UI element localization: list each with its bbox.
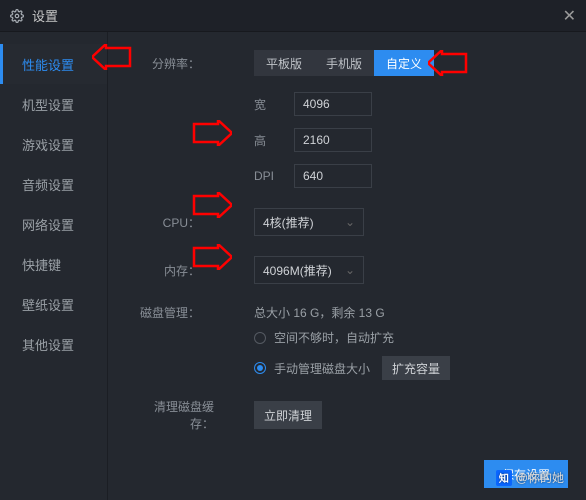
titlebar: 设置 ✕	[0, 0, 586, 32]
cpu-label: CPU：	[132, 214, 214, 231]
resolution-subrows: 宽 4096 高 2160 DPI 640	[254, 92, 564, 188]
row-cpu: CPU： 4核(推荐) ⌄	[132, 208, 564, 236]
gear-icon	[10, 9, 24, 23]
radio-icon-selected	[254, 362, 266, 374]
settings-window: 设置 ✕ 性能设置 机型设置 游戏设置 音频设置 网络设置 快捷键 壁纸设置 其…	[0, 0, 586, 500]
width-input[interactable]: 4096	[294, 92, 372, 116]
memory-label: 内存：	[132, 262, 214, 279]
zhihu-logo-icon: 知	[496, 470, 512, 486]
window-title: 设置	[32, 6, 58, 25]
radio-auto-expand[interactable]: 空间不够时，自动扩充	[254, 329, 564, 346]
expand-capacity-button[interactable]: 扩充容量	[382, 356, 450, 380]
sidebar-item-network[interactable]: 网络设置	[0, 204, 107, 244]
resolution-label: 分辨率：	[132, 55, 214, 72]
sidebar-item-performance[interactable]: 性能设置	[0, 44, 107, 84]
tab-custom[interactable]: 自定义	[374, 50, 434, 76]
radio-manual-disk[interactable]: 手动管理磁盘大小 扩充容量	[254, 356, 564, 380]
disk-label: 磁盘管理：	[132, 304, 214, 321]
chevron-down-icon: ⌄	[345, 263, 355, 277]
row-height: 高 2160	[254, 128, 564, 152]
sidebar-item-wallpaper[interactable]: 壁纸设置	[0, 284, 107, 324]
memory-select[interactable]: 4096M(推荐) ⌄	[254, 256, 364, 284]
height-label: 高	[254, 132, 288, 149]
tab-tablet[interactable]: 平板版	[254, 50, 314, 76]
sidebar-item-game[interactable]: 游戏设置	[0, 124, 107, 164]
tab-phone[interactable]: 手机版	[314, 50, 374, 76]
row-clear-cache: 清理磁盘缓存： 立即清理	[132, 398, 564, 432]
clear-now-button[interactable]: 立即清理	[254, 401, 322, 429]
sidebar-item-other[interactable]: 其他设置	[0, 324, 107, 364]
dpi-input[interactable]: 640	[294, 164, 372, 188]
dpi-label: DPI	[254, 169, 288, 183]
sidebar-item-audio[interactable]: 音频设置	[0, 164, 107, 204]
content-panel: 分辨率： 平板版 手机版 自定义 宽 4096 高 2160 DPI	[108, 32, 586, 500]
window-body: 性能设置 机型设置 游戏设置 音频设置 网络设置 快捷键 壁纸设置 其他设置 分…	[0, 32, 586, 500]
row-dpi: DPI 640	[254, 164, 564, 188]
row-width: 宽 4096	[254, 92, 564, 116]
width-label: 宽	[254, 96, 288, 113]
sidebar: 性能设置 机型设置 游戏设置 音频设置 网络设置 快捷键 壁纸设置 其他设置	[0, 32, 108, 500]
cpu-select[interactable]: 4核(推荐) ⌄	[254, 208, 364, 236]
row-resolution: 分辨率： 平板版 手机版 自定义	[132, 50, 564, 76]
sidebar-item-model[interactable]: 机型设置	[0, 84, 107, 124]
disk-info: 总大小 16 G，剩余 13 G	[254, 304, 385, 321]
row-memory: 内存： 4096M(推荐) ⌄	[132, 256, 564, 284]
row-disk: 磁盘管理： 总大小 16 G，剩余 13 G	[132, 304, 564, 321]
watermark: 知 知乎 @你的她	[496, 469, 564, 486]
clear-cache-label: 清理磁盘缓存：	[132, 398, 228, 432]
close-icon[interactable]: ✕	[563, 6, 576, 26]
radio-icon	[254, 332, 266, 344]
height-input[interactable]: 2160	[294, 128, 372, 152]
chevron-down-icon: ⌄	[345, 215, 355, 229]
sidebar-item-shortcut[interactable]: 快捷键	[0, 244, 107, 284]
resolution-segment: 平板版 手机版 自定义	[254, 50, 434, 76]
